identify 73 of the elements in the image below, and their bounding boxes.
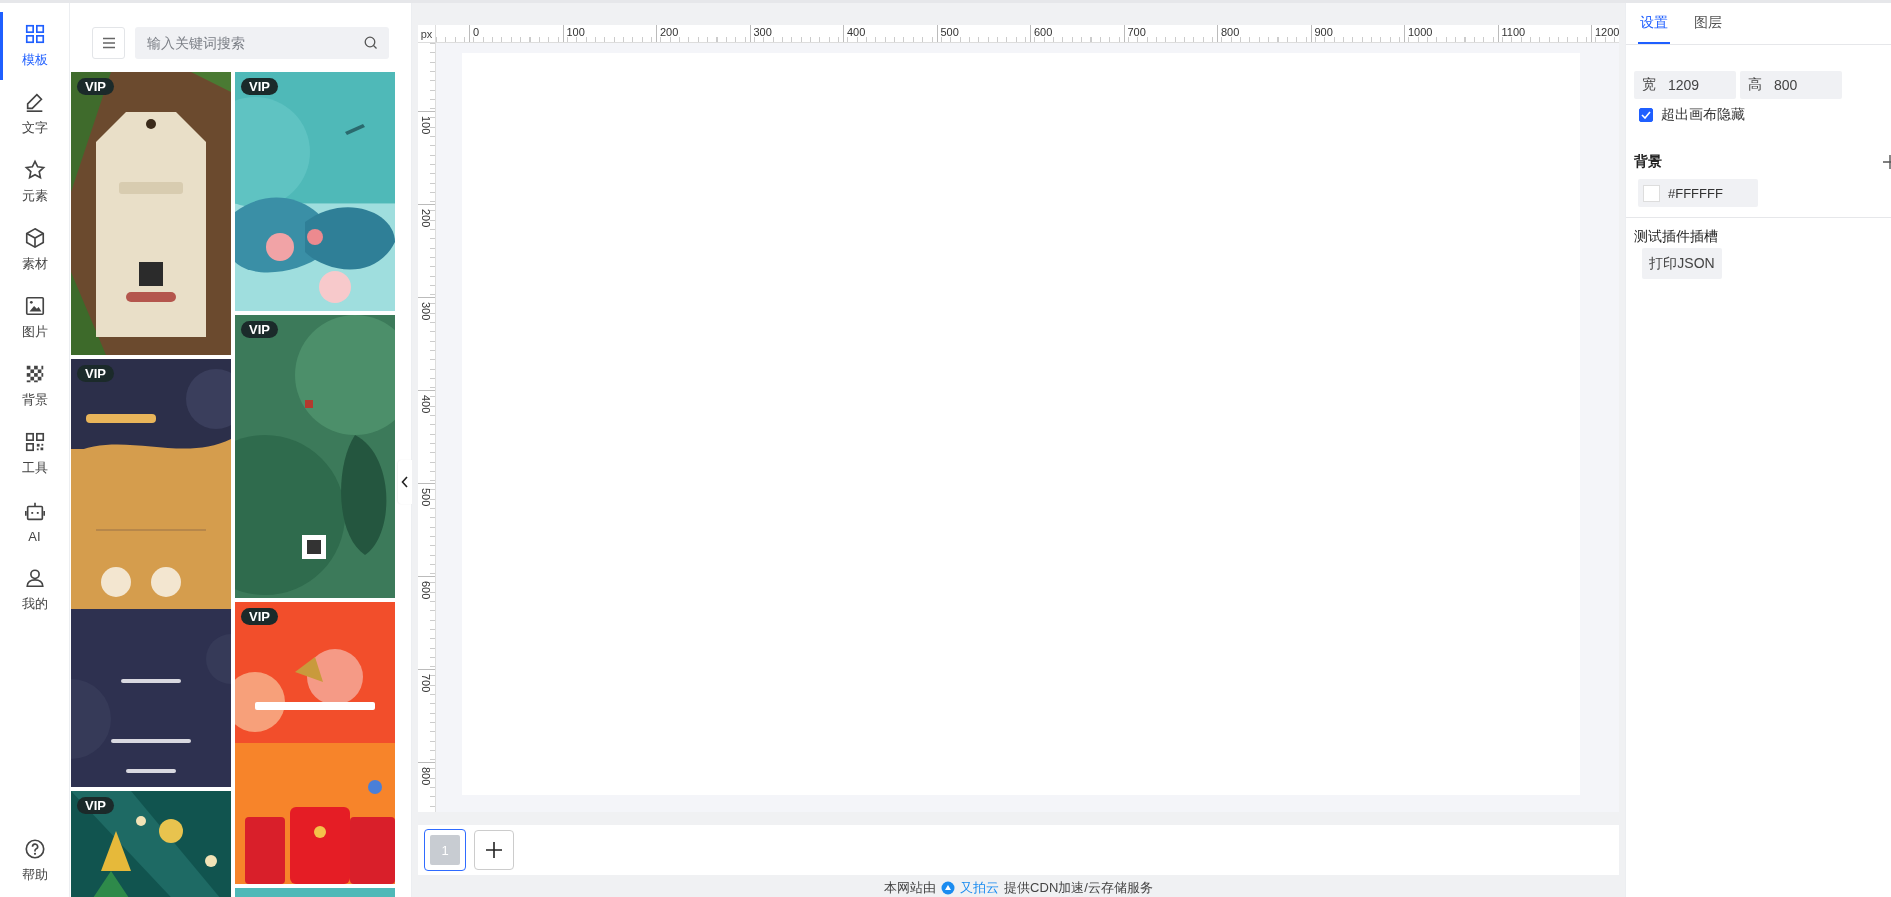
panel-tab[interactable]: 设置 xyxy=(1638,14,1670,44)
help-icon xyxy=(23,838,46,860)
menu-icon xyxy=(101,37,116,49)
ruler-label: 600 xyxy=(1030,25,1124,42)
nav-item[interactable]: AI xyxy=(0,488,69,556)
help-button[interactable]: 帮助 xyxy=(0,831,69,891)
field-label: 宽 xyxy=(1642,76,1656,94)
color-field[interactable]: #FFFFFF xyxy=(1638,179,1758,207)
vip-badge: VIP xyxy=(77,797,114,814)
ruler-label: 300 xyxy=(418,297,435,390)
panel-tab[interactable]: 图层 xyxy=(1692,14,1724,44)
brand-name: 又拍云 xyxy=(960,879,1000,897)
nav-item[interactable]: 图片 xyxy=(0,284,69,352)
ruler-label: 1200 xyxy=(1591,25,1619,42)
vip-badge: VIP xyxy=(241,78,278,95)
star-icon xyxy=(23,159,46,181)
grid-icon xyxy=(23,23,46,45)
qr-code-icon xyxy=(23,431,46,453)
ruler-label: 1000 xyxy=(1404,25,1498,42)
ruler-label: 400 xyxy=(843,25,937,42)
cloud-logo-icon xyxy=(941,881,956,895)
ruler-label: 800 xyxy=(1217,25,1311,42)
add-page-button[interactable] xyxy=(474,830,514,870)
checkbox-label: 超出画布隐藏 xyxy=(1661,105,1745,124)
chevron-left-icon xyxy=(401,476,409,488)
ruler-label: 400 xyxy=(418,390,435,483)
ruler-label: 500 xyxy=(936,25,1030,42)
ruler-label: 1100 xyxy=(1497,25,1591,42)
ruler-label: 900 xyxy=(1310,25,1404,42)
menu-button[interactable] xyxy=(92,27,125,59)
user-icon xyxy=(23,567,46,589)
robot-icon xyxy=(23,500,46,523)
ruler-label: 700 xyxy=(418,669,435,762)
ruler-unit: px xyxy=(418,25,436,43)
vip-badge: VIP xyxy=(241,321,278,338)
print-json-button[interactable]: 打印JSON xyxy=(1642,248,1722,279)
ruler-label: 200 xyxy=(656,25,750,42)
footer-text: 本网站由 xyxy=(884,879,937,897)
nav-item[interactable]: 我的 xyxy=(0,556,69,624)
plus-icon xyxy=(1883,155,1891,169)
search-icon xyxy=(364,36,378,50)
checkbox[interactable] xyxy=(1639,107,1653,122)
field-value: 800 xyxy=(1774,77,1798,93)
ruler-label: 100 xyxy=(418,111,435,204)
ruler-label: 200 xyxy=(418,204,435,297)
color-value: #FFFFFF xyxy=(1668,185,1723,201)
field-value: 1209 xyxy=(1668,77,1700,93)
nav-item[interactable]: 素材 xyxy=(0,216,69,284)
nav-item[interactable]: 模板 xyxy=(0,12,69,80)
check-icon xyxy=(1641,110,1651,119)
nav-item[interactable]: 元素 xyxy=(0,148,69,216)
nav-item[interactable]: 文字 xyxy=(0,80,69,148)
ruler-label: 500 xyxy=(418,483,435,576)
nav-item[interactable]: 背景 xyxy=(0,352,69,420)
ruler-label: 700 xyxy=(1123,25,1217,42)
field-label: 高 xyxy=(1748,76,1762,94)
vip-badge: VIP xyxy=(77,78,114,95)
ruler-label: 0 xyxy=(469,25,563,42)
search-field[interactable]: 输入关键词搜索 xyxy=(135,27,389,59)
height-field[interactable]: 高 800 xyxy=(1740,71,1842,99)
plus-icon xyxy=(485,841,503,859)
image-icon xyxy=(23,295,46,317)
width-field[interactable]: 宽 1209 xyxy=(1634,71,1736,99)
ruler-label: 100 xyxy=(562,25,656,42)
cube-icon xyxy=(23,227,46,249)
section-title: 背景 xyxy=(1634,153,1662,171)
section-title: 测试插件插槽 xyxy=(1633,227,1719,246)
nav-item[interactable]: 工具 xyxy=(0,420,69,488)
vip-badge: VIP xyxy=(241,608,278,625)
footer-text: 提供CDN加速/云存储服务 xyxy=(1004,879,1153,897)
ruler-label: 300 xyxy=(749,25,843,42)
ruler-label: 600 xyxy=(418,576,435,669)
vip-badge: VIP xyxy=(77,365,114,382)
